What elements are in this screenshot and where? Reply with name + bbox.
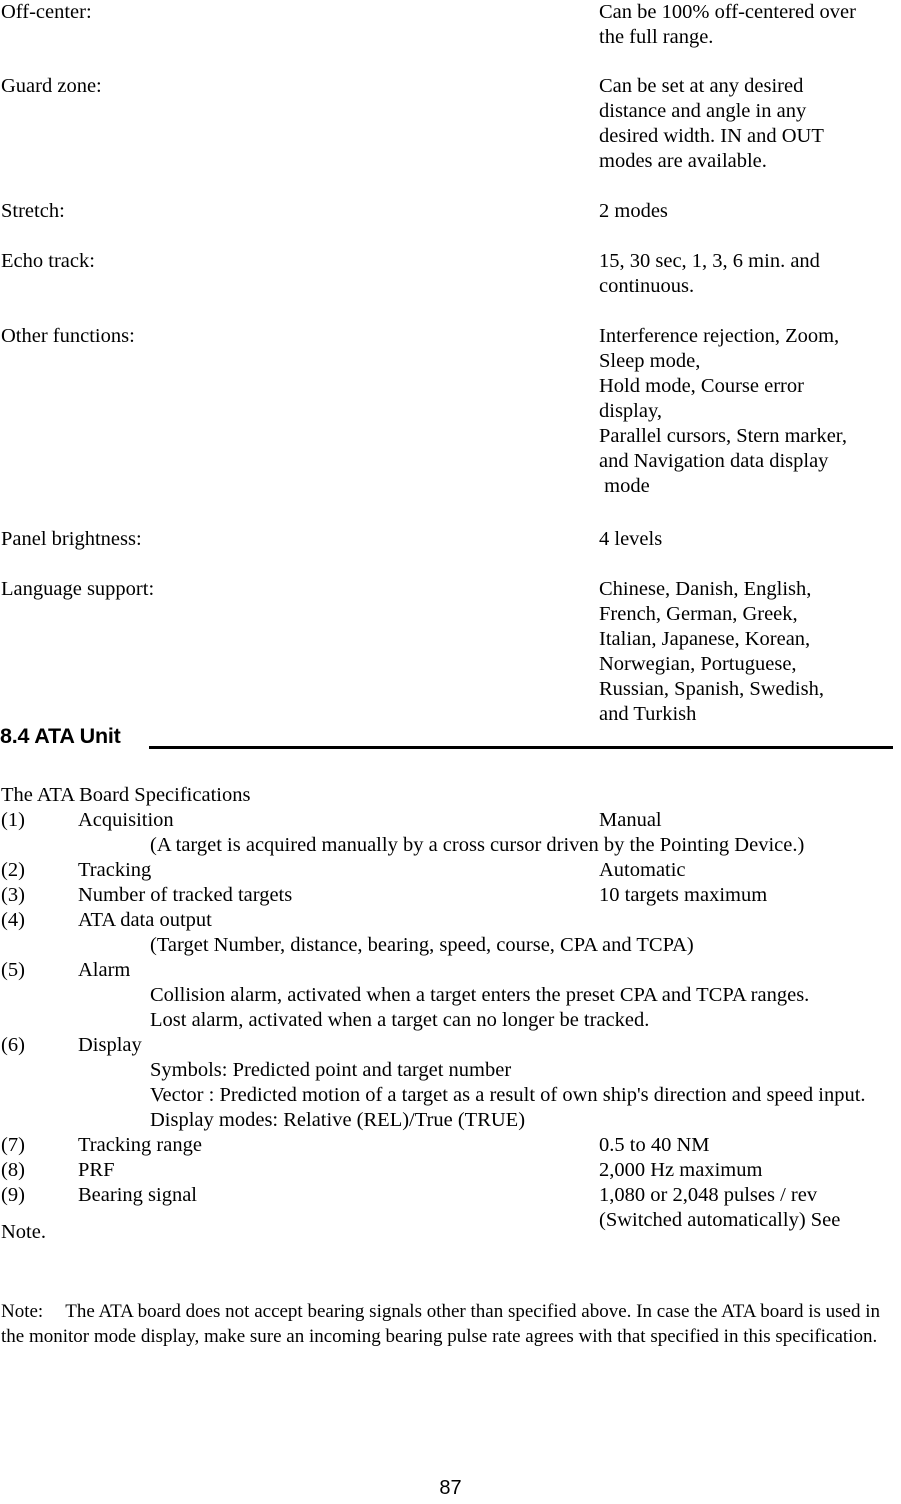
spec-value-line: continuous. [599, 275, 695, 297]
spec-value-line: Can be set at any desired [599, 75, 804, 97]
spec-value-line: Parallel cursors, Stern marker, [599, 425, 847, 447]
note-text: The ATA board does not accept bearing si… [1, 1301, 881, 1347]
spec-value-line: the full range. [599, 26, 714, 48]
list-row-number: (5) [1, 959, 25, 981]
spec-row-value: 15, 30 sec, 1, 3, 6 min. and continuous. [599, 249, 899, 299]
note-paragraph: Note: The ATA board does not accept beari… [1, 1299, 901, 1349]
list-row-number: (2) [1, 859, 25, 881]
list-row-number: (7) [1, 1134, 25, 1156]
list-row-label: Alarm [78, 959, 131, 981]
note-continuation: Note. [1, 1221, 46, 1243]
spec-value-line: 15, 30 sec, 1, 3, 6 min. and [599, 250, 820, 272]
spec-value-line: Norwegian, Portuguese, [599, 653, 797, 675]
spec-row-label: Other functions: [1, 325, 135, 347]
list-row: (4) ATA data output [0, 908, 901, 933]
spec-value-line: Interference rejection, Zoom, [599, 325, 840, 347]
note-label: Note: [1, 1301, 44, 1322]
list-row: (2) Tracking Automatic [0, 858, 901, 883]
list-sub-line: Symbols: Predicted point and target numb… [150, 1059, 512, 1081]
spec-row-value: 2 modes [599, 199, 899, 224]
spec-value-line: Italian, Japanese, Korean, [599, 628, 811, 650]
list-row-number: (9) [1, 1184, 25, 1206]
list-row-value: Manual [599, 809, 662, 831]
list-row: (6) Display [0, 1033, 901, 1058]
list-row: (9) Bearing signal 1,080 or 2,048 pulses /… [0, 1183, 901, 1208]
spec-value-line: distance and angle in any [599, 100, 807, 122]
list-row-label: Tracking range [78, 1134, 202, 1156]
spec-value-line: Chinese, Danish, English, [599, 578, 812, 600]
spec-row-value: Can be 100% off-centered over the full ra… [599, 0, 899, 50]
list-sub-line: Collision alarm, activated when a target… [150, 984, 810, 1006]
spec-value-line: 4 levels [599, 528, 663, 550]
list-row-value: 2,000 Hz maximum [599, 1159, 763, 1181]
list-row-label: Number of tracked targets [78, 884, 293, 906]
list-row-value: 0.5 to 40 NM [599, 1134, 710, 1156]
list-row-label: Bearing signal [78, 1184, 197, 1206]
spec-value-line: 2 modes [599, 200, 668, 222]
list-sub-line: (Target Number, distance, bearing, speed… [150, 934, 694, 956]
spec-value-line: Can be 100% off-centered over [599, 1, 856, 23]
list-row-number: (1) [1, 809, 25, 831]
list-row: (8) PRF 2,000 Hz maximum [0, 1158, 901, 1183]
spec-row-label: Language support: [1, 578, 155, 600]
list-value-continuation: (Switched automatically) See [599, 1209, 841, 1231]
spec-row-value: Chinese, Danish, English, French, German,… [599, 577, 899, 727]
spec-row-value: Can be set at any desired distance and an… [599, 74, 899, 174]
spec-row-label: Guard zone: [1, 75, 102, 97]
list-row-number: (6) [1, 1034, 25, 1056]
list-row-value: 1,080 or 2,048 pulses / rev [599, 1184, 818, 1206]
spec-value-line: mode [599, 475, 650, 497]
list-row-label: ATA data output [78, 909, 212, 931]
list-row-label: Tracking [78, 859, 152, 881]
page-number: 87 [439, 1477, 462, 1499]
section-heading: 8.4 ATA Unit [0, 723, 901, 755]
spec-value-line: Hold mode, Course error [599, 375, 804, 397]
spec-row-label: Echo track: [1, 250, 95, 272]
list-row-label: PRF [78, 1159, 115, 1181]
list-row-number: (4) [1, 909, 25, 931]
list-row: (5) Alarm [0, 958, 901, 983]
list-row: (1) Acquisition Manual [0, 808, 901, 833]
spec-row-value: 4 levels [599, 527, 899, 552]
spec-row-value: Interference rejection, Zoom, Sleep mode,… [599, 324, 899, 499]
section-heading-text: 8.4 ATA Unit [0, 724, 121, 748]
list-sub-line: Lost alarm, activated when a target can … [150, 1009, 650, 1031]
section-heading-rule [149, 746, 893, 749]
document-page: Off-center: Can be 100% off-centered over… [0, 0, 901, 1504]
spec-value-line: desired width. IN and OUT [599, 125, 824, 147]
list-row-value: Automatic [599, 859, 686, 881]
spec-row-label: Panel brightness: [1, 528, 142, 550]
list-row-label: Display [78, 1034, 142, 1056]
list-row-value: 10 targets maximum [599, 884, 768, 906]
list-sub-line: Display modes: Relative (REL)/True (TRUE… [150, 1109, 526, 1131]
spec-value-line: Russian, Spanish, Swedish, [599, 678, 824, 700]
list-sub-line: Vector : Predicted motion of a target as… [150, 1084, 866, 1106]
spec-value-line: display, [599, 400, 663, 422]
list-row-number: (3) [1, 884, 25, 906]
spec-value-line: modes are available. [599, 150, 767, 172]
list-sub-line: (A target is acquired manually by a cros… [150, 834, 805, 856]
spec-value-line: Sleep mode, [599, 350, 701, 372]
list-row: (7) Tracking range 0.5 to 40 NM [0, 1133, 901, 1158]
spec-row-label: Off-center: [1, 1, 92, 23]
list-row-number: (8) [1, 1159, 25, 1181]
list-intro: The ATA Board Specifications [1, 784, 251, 806]
list-row: (3) Number of tracked targets 10 targets m… [0, 883, 901, 908]
list-row-label: Acquisition [78, 809, 174, 831]
spec-value-line: French, German, Greek, [599, 603, 798, 625]
spec-row-label: Stretch: [1, 200, 65, 222]
spec-value-line: and Navigation data display [599, 450, 829, 472]
